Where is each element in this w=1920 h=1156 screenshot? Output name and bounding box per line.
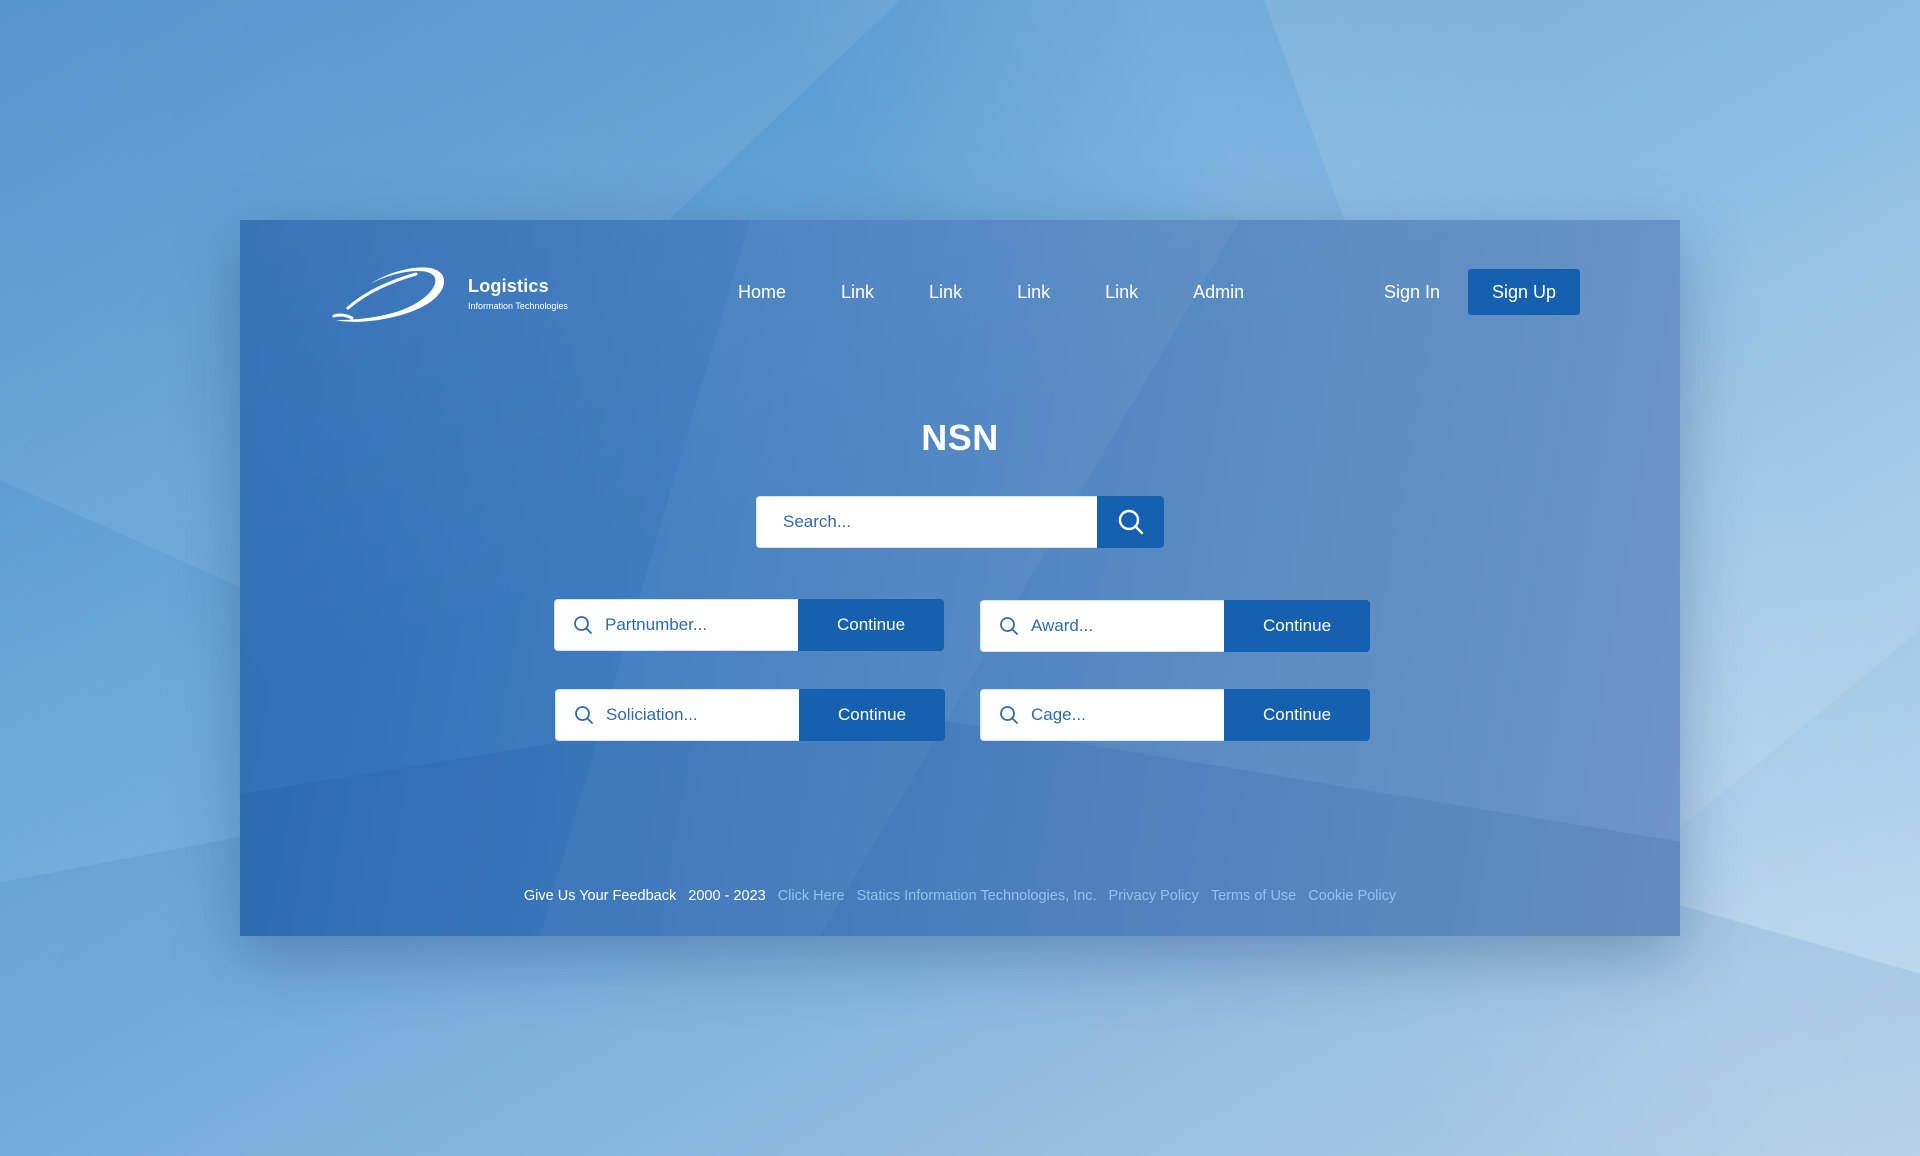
footer-privacy-link[interactable]: Privacy Policy — [1109, 888, 1199, 904]
solicitation-input[interactable] — [606, 705, 796, 725]
partnumber-continue-button[interactable]: Continue — [798, 599, 944, 651]
cage-continue-button[interactable]: Continue — [1224, 689, 1370, 741]
award-search: Continue — [980, 600, 1370, 652]
footer-terms-link[interactable]: Terms of Use — [1211, 888, 1296, 904]
partnumber-search: Continue — [554, 599, 944, 651]
brand-tagline: Information Technologies — [468, 300, 568, 311]
nav-item-link[interactable]: Link — [1105, 280, 1138, 304]
search-icon — [575, 706, 593, 724]
footer-years: 2000 - 2023 — [688, 888, 766, 904]
card-facet — [540, 220, 1240, 936]
nav-item-home[interactable]: Home — [738, 280, 786, 304]
search-icon — [1000, 617, 1018, 635]
nav-item-link[interactable]: Link — [929, 280, 962, 304]
footer-click-here-link[interactable]: Click Here — [778, 888, 845, 904]
footer-cookie-link[interactable]: Cookie Policy — [1308, 888, 1396, 904]
search-button[interactable] — [1097, 496, 1164, 548]
nav-item-link[interactable]: Link — [1017, 280, 1050, 304]
solicitation-continue-button[interactable]: Continue — [799, 689, 945, 741]
cage-search: Continue — [980, 689, 1370, 741]
nav-item-admin[interactable]: Admin — [1193, 280, 1244, 304]
search-icon — [1118, 509, 1143, 535]
cage-field — [980, 689, 1224, 741]
solicitation-search: Continue — [555, 689, 945, 741]
award-input[interactable] — [1031, 616, 1221, 636]
main-search — [756, 496, 1164, 548]
brand-name: Logistics — [468, 275, 549, 296]
main-nav: Home Link Link Link Link Admin — [738, 280, 1244, 304]
page-title: NSN — [921, 417, 999, 458]
partnumber-input[interactable] — [605, 615, 795, 635]
solicitation-field — [555, 689, 799, 741]
footer: Give Us Your Feedback 2000 - 2023 Click … — [240, 888, 1680, 904]
logo-swoosh-icon — [332, 267, 445, 322]
footer-feedback-text: Give Us Your Feedback — [523, 888, 677, 904]
award-field — [980, 600, 1224, 652]
cage-input[interactable] — [1031, 705, 1221, 725]
search-input[interactable] — [756, 496, 1097, 548]
partnumber-field — [554, 599, 798, 651]
brand-text: Logistics Information Technologies — [468, 276, 568, 311]
brand-logo-link[interactable]: Logistics Information Technologies — [330, 258, 568, 328]
sign-in-link[interactable]: Sign In — [1384, 280, 1440, 304]
main-card: Logistics Information Technologies Home … — [240, 220, 1680, 936]
search-icon — [574, 616, 592, 634]
sign-up-button[interactable]: Sign Up — [1468, 269, 1580, 315]
search-icon — [1000, 706, 1018, 724]
footer-company-link[interactable]: Statics Information Technologies, Inc. — [857, 888, 1097, 904]
award-continue-button[interactable]: Continue — [1224, 600, 1370, 652]
nav-item-link[interactable]: Link — [841, 280, 874, 304]
